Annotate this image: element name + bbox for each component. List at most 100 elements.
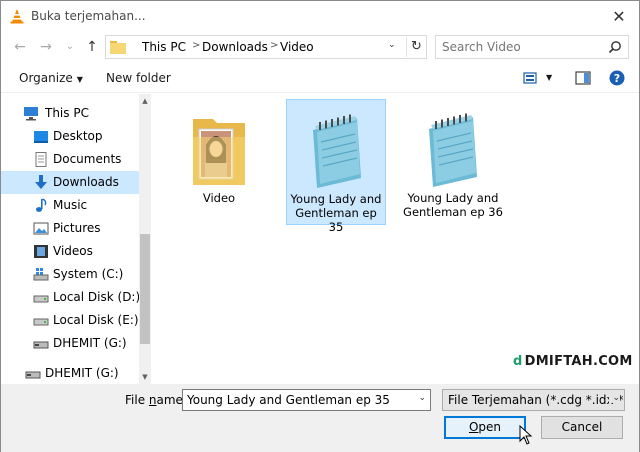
navigation-bar: ← → ⌄ ↑ This PC > Downloads > Video ⌄ ↻ bbox=[1, 31, 639, 63]
sidebar-item-label: Pictures bbox=[53, 221, 101, 235]
dialog-footer: File name: ⌄ File Terjemahan (*.cdg *.id… bbox=[1, 384, 639, 452]
breadcrumb-downloads[interactable]: Downloads bbox=[202, 40, 268, 54]
folder-icon bbox=[110, 41, 126, 54]
file-name-combobox[interactable]: ⌄ bbox=[182, 389, 431, 411]
search-box[interactable] bbox=[435, 35, 629, 59]
help-icon[interactable]: ? bbox=[609, 70, 625, 86]
sidebar-item-label: Documents bbox=[53, 152, 122, 166]
videos-icon bbox=[34, 245, 48, 258]
svg-text:?: ? bbox=[614, 72, 620, 85]
watermark-text: DMIFTAH.COM bbox=[524, 354, 633, 369]
notepad-file-icon bbox=[429, 113, 477, 187]
notepad-file-icon bbox=[313, 114, 361, 188]
file-item-folder[interactable]: Video bbox=[169, 99, 269, 225]
sidebar-item-dhemit-g[interactable]: DHEMIT (G:) bbox=[1, 332, 139, 355]
folder-icon bbox=[193, 119, 245, 185]
close-button[interactable]: ✕ bbox=[599, 1, 639, 31]
open-button[interactable]: Open bbox=[444, 416, 526, 439]
file-name: Young Lady and Gentleman ep 36 bbox=[403, 191, 503, 219]
view-dropdown-icon[interactable]: ▼ bbox=[546, 73, 552, 82]
sidebar-item-desktop[interactable]: Desktop bbox=[1, 125, 139, 148]
view-options-icon[interactable] bbox=[523, 70, 539, 86]
file-name: Young Lady and Gentleman ep 35 bbox=[290, 192, 382, 234]
desktop-icon bbox=[34, 131, 48, 143]
sidebar-item-downloads[interactable]: Downloads bbox=[1, 171, 139, 194]
sidebar-item-label: Downloads bbox=[53, 175, 119, 189]
sidebar-item-documents[interactable]: Documents bbox=[1, 148, 139, 171]
title-bar: Buka terjemahan... ✕ bbox=[1, 1, 639, 31]
arrow-up-icon: ↑ bbox=[86, 39, 98, 55]
refresh-icon: ↻ bbox=[411, 39, 422, 54]
vlc-cone-icon bbox=[10, 9, 24, 24]
pictures-icon bbox=[33, 222, 49, 235]
drive-windows-icon bbox=[33, 268, 49, 281]
refresh-button[interactable]: ↻ bbox=[406, 37, 426, 57]
drive-icon bbox=[33, 295, 49, 303]
forward-button[interactable]: → bbox=[37, 39, 55, 55]
preview-pane-icon[interactable] bbox=[575, 70, 591, 86]
sidebar-item-this-pc[interactable]: This PC bbox=[1, 102, 139, 125]
downloads-icon bbox=[35, 175, 47, 189]
sidebar-item-music[interactable]: Music bbox=[1, 194, 139, 217]
sidebar-item-videos[interactable]: Videos bbox=[1, 240, 139, 263]
file-name-label-part: File bbox=[125, 393, 149, 407]
usb-drive-icon bbox=[33, 341, 49, 349]
pc-icon bbox=[24, 107, 38, 121]
sidebar-item-label: DHEMIT (G:) bbox=[45, 366, 119, 380]
watermark: d DMIFTAH.COM bbox=[513, 354, 633, 369]
file-list: Video Young Lady and Gentleman ep 35 You… bbox=[153, 94, 639, 384]
arrow-right-icon: → bbox=[40, 39, 52, 55]
search-input[interactable] bbox=[436, 36, 606, 58]
recent-locations-button[interactable]: ⌄ bbox=[61, 39, 79, 55]
sidebar-item-local-disk-e[interactable]: Local Disk (E:) bbox=[1, 309, 139, 332]
chevron-down-icon: ⌄ bbox=[609, 393, 620, 403]
file-type-select[interactable]: File Terjemahan (*.cdg *.idx *.s ⌄ bbox=[442, 389, 625, 411]
scroll-down-icon[interactable]: ▼ bbox=[139, 370, 151, 384]
caret-down-icon: ▼ bbox=[76, 75, 83, 84]
arrow-left-icon: ← bbox=[14, 39, 26, 55]
close-icon: ✕ bbox=[612, 6, 626, 26]
file-name-field[interactable] bbox=[183, 390, 408, 410]
watermark-logo-icon: d bbox=[513, 354, 523, 369]
chevron-right-icon: > bbox=[192, 40, 201, 51]
search-icon bbox=[608, 41, 621, 54]
command-toolbar: Organize ▼ New folder ▼ ? bbox=[1, 63, 639, 93]
organize-button[interactable]: Organize ▼ bbox=[19, 71, 83, 85]
scrollbar-thumb[interactable] bbox=[140, 234, 150, 344]
sidebar-item-label: Music bbox=[53, 198, 88, 212]
breadcrumb-this-pc[interactable]: This PC bbox=[142, 40, 186, 54]
sidebar-item-pictures[interactable]: Pictures bbox=[1, 217, 139, 240]
documents-icon bbox=[35, 152, 47, 167]
sidebar-item-label: This PC bbox=[45, 106, 89, 120]
address-bar[interactable]: This PC > Downloads > Video ⌄ ↻ bbox=[105, 35, 427, 59]
file-item-ep36[interactable]: Young Lady and Gentleman ep 36 bbox=[403, 99, 503, 225]
sidebar-item-label: System (C:) bbox=[53, 267, 124, 281]
sidebar-item-label: Local Disk (E:) bbox=[53, 313, 139, 327]
file-type-value: File Terjemahan (*.cdg *.idx *.s bbox=[448, 393, 625, 407]
sidebar-item-dhemit-g-root[interactable]: DHEMIT (G:) bbox=[1, 362, 139, 385]
chevron-down-icon[interactable]: ⌄ bbox=[418, 393, 426, 403]
back-button[interactable]: ← bbox=[11, 39, 29, 55]
scroll-up-icon[interactable]: ▲ bbox=[139, 94, 151, 108]
sidebar-item-system-c[interactable]: System (C:) bbox=[1, 263, 139, 286]
new-folder-button[interactable]: New folder bbox=[106, 71, 171, 85]
file-name: Video bbox=[202, 191, 236, 205]
sidebar-item-label: DHEMIT (G:) bbox=[53, 336, 127, 350]
usb-drive-icon bbox=[25, 371, 41, 379]
open-file-dialog: Buka terjemahan... ✕ ← → ⌄ ↑ This PC > D… bbox=[0, 0, 640, 452]
new-folder-label: New folder bbox=[106, 71, 171, 85]
breadcrumb-video[interactable]: Video bbox=[280, 40, 314, 54]
up-button[interactable]: ↑ bbox=[83, 39, 101, 55]
file-name-label-mnemonic: n bbox=[148, 393, 157, 407]
sidebar-scrollbar[interactable]: ▲ ▼ bbox=[139, 94, 151, 384]
navigation-pane: This PC Desktop Documents Downloads Musi… bbox=[1, 94, 151, 384]
address-dropdown-button[interactable]: ⌄ bbox=[388, 40, 396, 50]
sidebar-item-label: Videos bbox=[53, 244, 93, 258]
sidebar-item-local-disk-d[interactable]: Local Disk (D:) bbox=[1, 286, 140, 309]
chevron-down-icon: ⌄ bbox=[388, 40, 396, 50]
chevron-down-icon: ⌄ bbox=[65, 41, 75, 52]
open-mnemonic: O bbox=[468, 420, 479, 434]
cancel-button[interactable]: Cancel bbox=[541, 416, 623, 439]
file-item-ep35[interactable]: Young Lady and Gentleman ep 35 bbox=[286, 99, 386, 234]
sidebar-item-label: Desktop bbox=[53, 129, 103, 143]
